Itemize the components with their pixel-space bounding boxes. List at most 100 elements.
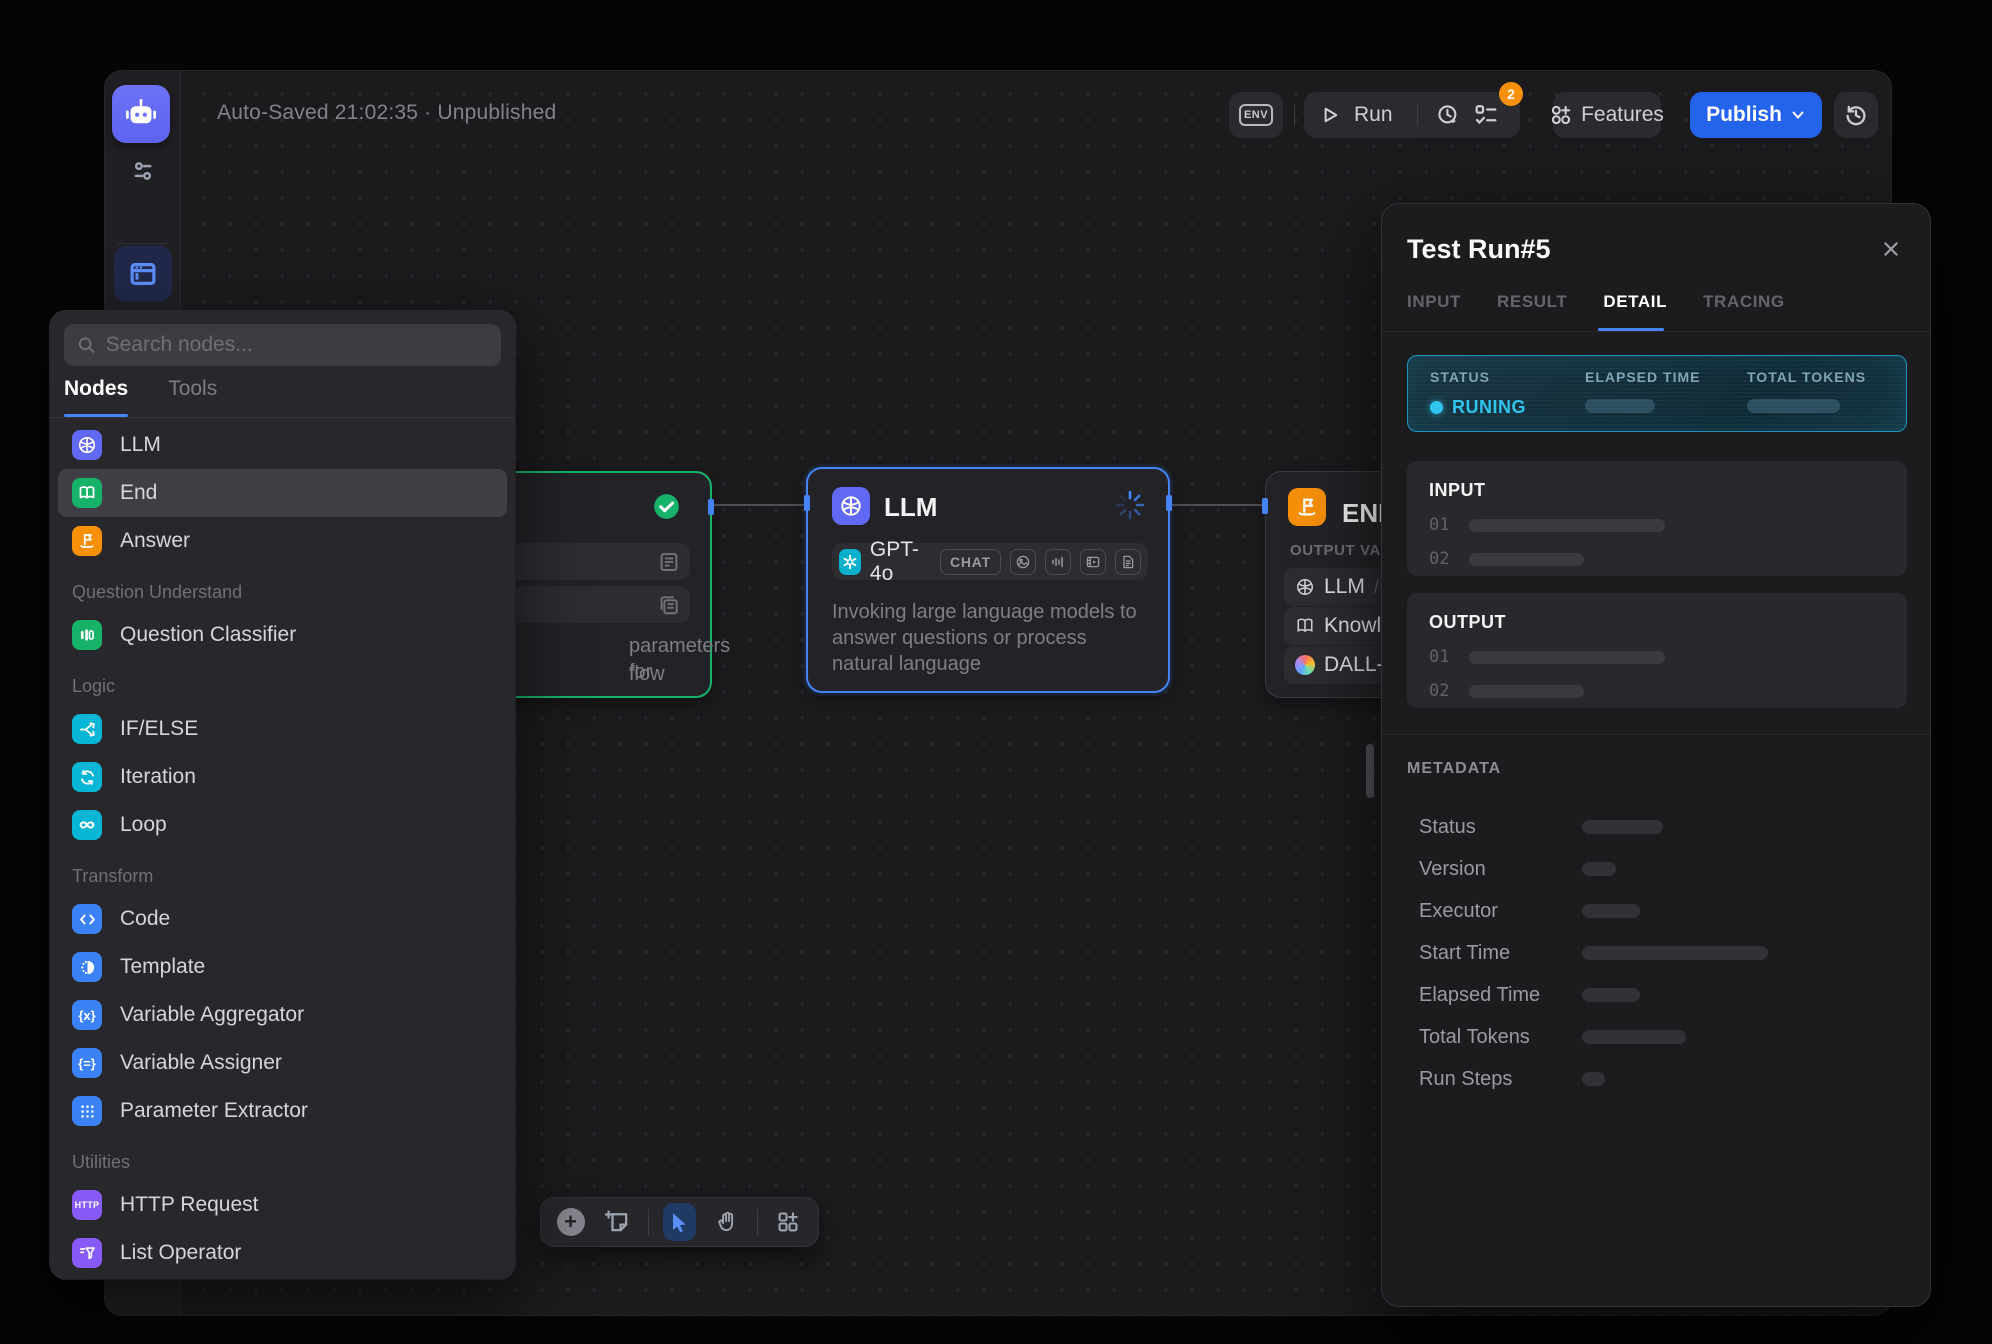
- node-item-http-request[interactable]: HTTP HTTP Request: [58, 1181, 507, 1229]
- close-button[interactable]: [1874, 232, 1908, 266]
- value-skeleton: [1469, 685, 1584, 698]
- toolbar-divider: [757, 1209, 758, 1235]
- tab-detail[interactable]: DETAIL: [1603, 292, 1667, 330]
- pointer-tool-button[interactable]: [663, 1203, 696, 1241]
- output-title: OUTPUT: [1429, 612, 1885, 633]
- env-button[interactable]: ENV: [1229, 92, 1283, 138]
- checklist-button[interactable]: [1474, 103, 1498, 127]
- meta-label: Executor: [1419, 900, 1582, 923]
- model-name: GPT-4o: [870, 538, 931, 586]
- publish-button[interactable]: Publish: [1690, 92, 1822, 138]
- node-item-template[interactable]: Template: [58, 943, 507, 991]
- status-column: STATUS RUNING: [1430, 369, 1526, 418]
- hand-tool-button[interactable]: [710, 1203, 743, 1241]
- status-value: RUNING: [1452, 397, 1526, 418]
- node-item-variable-aggregator[interactable]: {x} Variable Aggregator: [58, 991, 507, 1039]
- node-item-label: IF/ELSE: [120, 717, 198, 741]
- tab-input[interactable]: INPUT: [1407, 292, 1461, 330]
- search-input[interactable]: [106, 333, 488, 357]
- node-item-llm[interactable]: LLM: [58, 421, 507, 469]
- node-item-label: Iteration: [120, 765, 196, 789]
- hand-icon: [715, 1210, 739, 1234]
- knowledge-icon: [1295, 616, 1315, 636]
- status-label: STATUS: [1430, 369, 1526, 385]
- end-flag-icon: [1288, 488, 1326, 526]
- section-header: Transform: [58, 853, 507, 895]
- preferences-button[interactable]: [127, 155, 159, 187]
- node-item-answer[interactable]: Answer: [58, 517, 507, 565]
- toolbar-divider: [648, 1209, 649, 1235]
- history-icon: [1844, 103, 1868, 127]
- node-item-label: LLM: [120, 433, 161, 457]
- node-item-end[interactable]: End: [58, 469, 507, 517]
- input-handle[interactable]: [804, 495, 810, 511]
- app-logo[interactable]: [112, 85, 170, 143]
- run-button[interactable]: Run: [1354, 103, 1393, 127]
- value-skeleton: [1469, 519, 1665, 532]
- workflow-editor-screen: Auto-Saved 21:02:35 · Unpublished ENV Ru…: [0, 0, 1992, 1344]
- row-number: 02: [1429, 549, 1453, 569]
- model-selector[interactable]: GPT-4o CHAT: [832, 543, 1148, 580]
- sliders-icon: [130, 158, 156, 184]
- run-group-divider: [1417, 104, 1418, 126]
- organize-button[interactable]: [772, 1203, 805, 1241]
- node-item-variable-assigner[interactable]: {=} Variable Assigner: [58, 1039, 507, 1087]
- variable-aggregator-icon: {x}: [72, 1000, 102, 1030]
- node-item-label: End: [120, 481, 157, 505]
- edge-llm-to-end: [1170, 504, 1265, 506]
- node-item-question-classifier[interactable]: Question Classifier: [58, 611, 507, 659]
- tokens-label: TOTAL TOKENS: [1747, 369, 1866, 385]
- node-item-list-operator[interactable]: List Operator: [58, 1229, 507, 1277]
- loop-icon: [72, 810, 102, 840]
- tab-tracing[interactable]: TRACING: [1703, 292, 1785, 330]
- variable-assigner-icon: {=}: [72, 1048, 102, 1078]
- tabs-divider: [50, 417, 515, 418]
- node-item-label: Loop: [120, 813, 167, 837]
- llm-icon: [72, 430, 102, 460]
- env-icon: ENV: [1239, 104, 1273, 126]
- separator: /: [1374, 577, 1379, 598]
- node-item-label: Variable Assigner: [120, 1051, 282, 1075]
- node-item-label: Answer: [120, 529, 190, 553]
- node-item-label: List Operator: [120, 1241, 241, 1265]
- tab-tools[interactable]: Tools: [168, 377, 217, 415]
- node-item-iteration[interactable]: Iteration: [58, 753, 507, 801]
- input-title: INPUT: [1429, 480, 1885, 501]
- input-handle[interactable]: [1262, 498, 1268, 514]
- search-box[interactable]: [64, 324, 501, 366]
- section-header: Utilities: [58, 1139, 507, 1181]
- add-note-button[interactable]: [601, 1203, 634, 1241]
- features-button[interactable]: Features: [1553, 92, 1661, 138]
- tab-result[interactable]: RESULT: [1497, 292, 1567, 330]
- if-else-icon: [72, 714, 102, 744]
- elapsed-label: ELAPSED TIME: [1585, 369, 1700, 385]
- output-handle[interactable]: [708, 499, 714, 515]
- elapsed-column: ELAPSED TIME: [1585, 369, 1700, 413]
- history-button[interactable]: [1834, 92, 1878, 138]
- output-handle[interactable]: [1166, 495, 1172, 511]
- panel-resize-handle[interactable]: [1366, 744, 1374, 798]
- node-item-parameter-extractor[interactable]: Parameter Extractor: [58, 1087, 507, 1135]
- publish-label: Publish: [1706, 103, 1782, 127]
- node-item-if-else[interactable]: IF/ELSE: [58, 705, 507, 753]
- meta-label: Elapsed Time: [1419, 984, 1582, 1007]
- llm-node[interactable]: LLM GPT-4o: [806, 467, 1170, 693]
- node-item-loop[interactable]: Loop: [58, 801, 507, 849]
- chevron-down-icon: [1790, 107, 1806, 123]
- meta-skeleton: [1582, 946, 1768, 960]
- workflow-panel-button[interactable]: [114, 246, 172, 302]
- chat-mode-badge: CHAT: [940, 549, 1001, 575]
- add-node-button[interactable]: +: [554, 1203, 587, 1241]
- node-item-label: Template: [120, 955, 205, 979]
- node-item-label: Question Classifier: [120, 623, 296, 647]
- start-node-description-line: flow: [629, 661, 665, 687]
- meta-skeleton: [1582, 820, 1663, 834]
- run-status-card: STATUS RUNING ELAPSED TIME TOTAL TOKENS: [1407, 355, 1907, 432]
- play-icon: [1320, 105, 1340, 125]
- schedule-button[interactable]: [1436, 103, 1460, 127]
- features-icon: [1550, 104, 1572, 126]
- add-node-icon: +: [557, 1208, 585, 1236]
- dalle-icon: [1295, 655, 1315, 675]
- tab-nodes[interactable]: Nodes: [64, 377, 128, 415]
- node-item-code[interactable]: Code: [58, 895, 507, 943]
